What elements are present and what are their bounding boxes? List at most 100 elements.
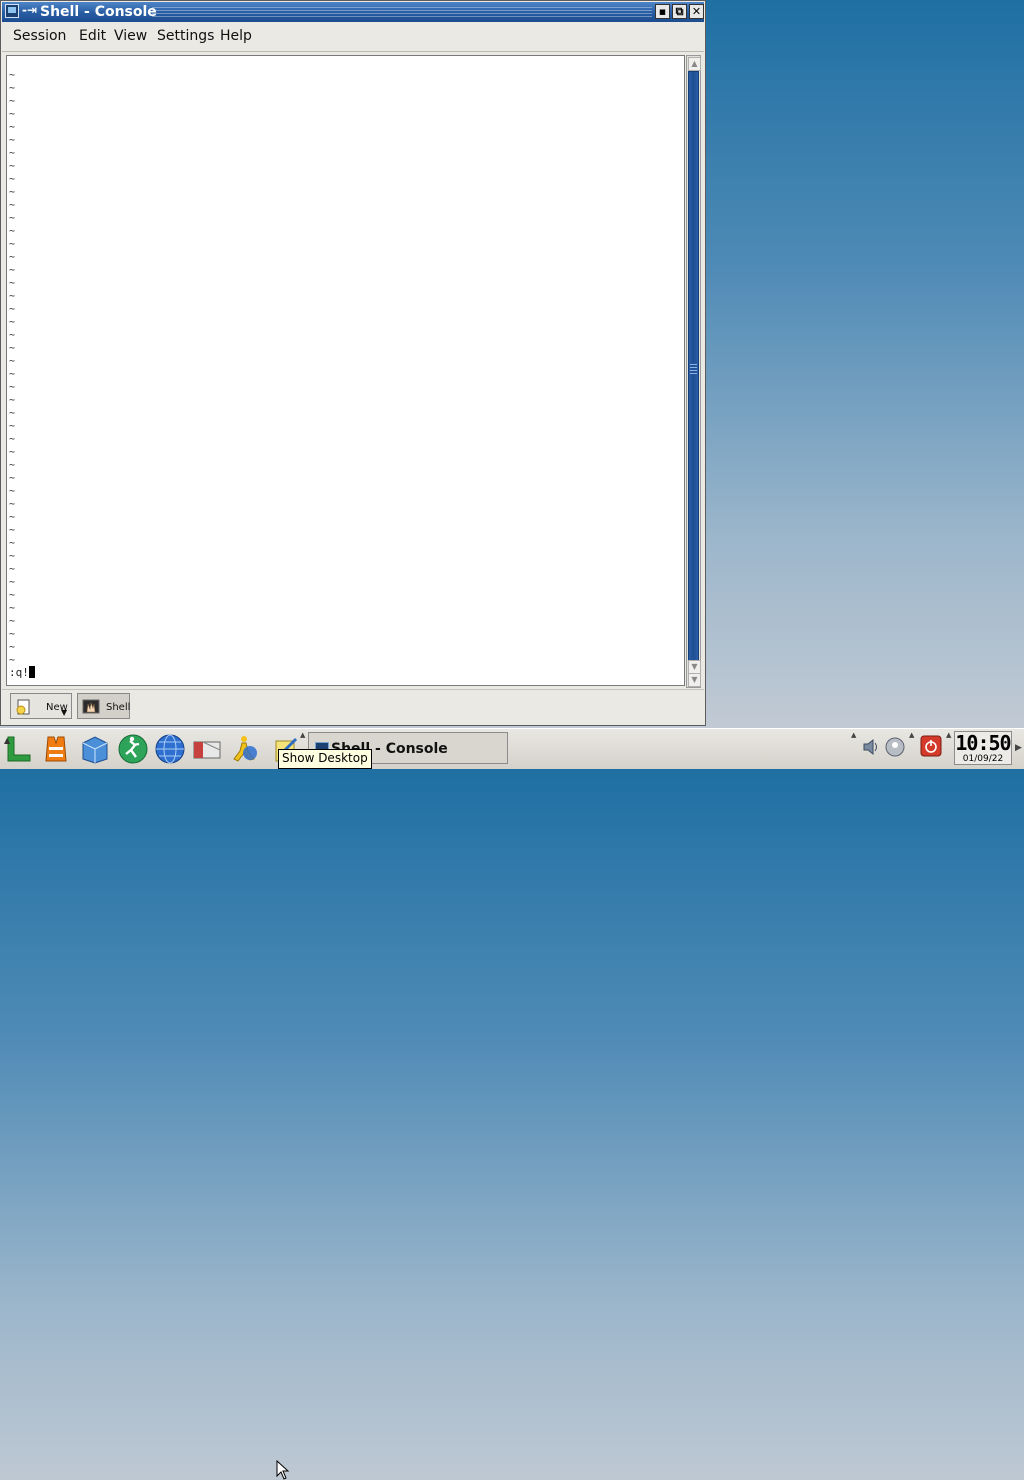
vim-tilde-line: ~ [9,317,16,328]
vim-tilde-line: ~ [9,343,16,354]
vim-tilde-line: ~ [9,642,16,653]
vim-tilde-line: ~ [9,239,16,250]
applet-arrow-icon[interactable]: ▲ [300,731,305,739]
vim-tilde-line: ~ [9,122,16,133]
power-arrow-icon[interactable]: ▲ [909,731,914,739]
vim-tilde-line: ~ [9,512,16,523]
session-tab-shell[interactable]: Shell [77,693,130,719]
clock-arrow-icon[interactable]: ▲ [946,731,951,739]
shell-tab-icon [82,699,100,714]
browser-globe-icon[interactable] [154,733,186,765]
taskbar: ▲ ▲ Shell - Console ▲ ▲ ▲ 10:50 01/09/22… [0,728,1024,1480]
vim-tilde-line: ~ [9,291,16,302]
vim-tilde-line: ~ [9,564,16,575]
new-session-icon [16,699,30,715]
scroll-grip-icon [690,364,697,376]
vim-tilde-line: ~ [9,382,16,393]
tray-arrow-icon[interactable]: ▲ [851,731,856,739]
konsole-run-icon[interactable] [117,733,149,765]
minimize-button[interactable]: ▪ [655,4,670,19]
menu-bar: Session Edit View Settings Help [2,23,704,52]
close-button[interactable]: ✕ [689,4,704,19]
session-tab-bar: New ▼ Shell [2,689,704,722]
text-cursor [28,666,35,678]
network-icon[interactable] [885,737,905,757]
vim-tilde-line: ~ [9,460,16,471]
vim-tilde-line: ~ [9,265,16,276]
vim-tilde-line: ~ [9,577,16,588]
vim-tilde-line: ~ [9,148,16,159]
mouse-pointer-icon [276,1460,290,1480]
vim-tilde-line: ~ [9,96,16,107]
power-icon[interactable] [920,735,942,757]
clock-time: 10:50 [955,731,1011,755]
vim-tilde-line: ~ [9,252,16,263]
title-bar[interactable]: -⇥ Shell - Console ▪ ⧉ ✕ [2,2,704,22]
vim-tilde-line: ~ [9,629,16,640]
vim-tilde-line: ~ [9,226,16,237]
panel-hide-arrow-icon[interactable]: ▶ [1015,743,1022,753]
vim-tilde-line: ~ [9,70,16,81]
vim-tilde-line: ~ [9,135,16,146]
vim-tilde-line: ~ [9,408,16,419]
svg-text:▲: ▲ [4,736,11,745]
konsole-window: -⇥ Shell - Console ▪ ⧉ ✕ Session Edit Vi… [0,0,706,726]
menu-edit[interactable]: Edit [79,28,106,44]
vim-tilde-line: ~ [9,525,16,536]
title-stripes [152,7,652,17]
vim-tilde-line: ~ [9,109,16,120]
kde-menu-icon[interactable]: ▲ [2,733,34,765]
vim-tilde-line: ~ [9,356,16,367]
vim-tilde-line: ~ [9,434,16,445]
menu-settings[interactable]: Settings [157,28,214,44]
lifejacket-help-icon[interactable] [40,733,72,765]
vim-tilde-line: ~ [9,421,16,432]
new-session-button[interactable]: New ▼ [10,693,72,719]
command-text: :q! [9,666,29,679]
vim-tilde-line: ~ [9,213,16,224]
vim-tilde-line: ~ [9,499,16,510]
volume-icon[interactable] [861,737,881,757]
konsole-window-icon[interactable] [5,4,19,18]
vim-tilde-line: ~ [9,447,16,458]
new-session-dropdown-icon[interactable]: ▼ [61,708,67,717]
show-desktop-tooltip: Show Desktop [278,749,372,769]
scroll-end-icon[interactable]: ▼ [688,673,701,687]
vim-tilde-line: ~ [9,187,16,198]
scroll-thumb[interactable] [688,71,699,663]
vim-tilde-line: ~ [9,473,16,484]
vim-tilde-line: ~ [9,395,16,406]
menu-session[interactable]: Session [13,28,66,44]
sticky-pin-icon[interactable]: -⇥ [22,3,37,17]
vim-tilde-line: ~ [9,200,16,211]
vim-tilde-line: ~ [9,616,16,627]
vim-tilde-line: ~ [9,655,16,666]
vim-tilde-line: ~ [9,161,16,172]
vim-tilde-line: ~ [9,603,16,614]
mail-icon[interactable] [191,733,223,765]
terminal-area[interactable]: :q! ~ ~ ~ ~ ~ ~ ~ ~ ~ ~ ~ ~ ~ ~ ~ ~ ~ ~ ~ ~ ~ ~ ~ ~ ~ ~ ~ ~ ~ ~ ~ ~ ~ ~ ~ ~… [6,55,685,686]
shell-tab-label: Shell [106,702,131,713]
vim-tilde-line: ~ [9,538,16,549]
maximize-button[interactable]: ⧉ [672,4,687,19]
clock[interactable]: 10:50 01/09/22 [954,731,1012,765]
vim-tilde-line: ~ [9,278,16,289]
vim-tilde-line: ~ [9,486,16,497]
aim-messenger-icon[interactable] [228,733,260,765]
vim-tilde-line: ~ [9,369,16,380]
command-line: :q! [9,666,35,679]
scroll-down-icon[interactable]: ▼ [688,660,701,674]
vim-tilde-line: ~ [9,174,16,185]
home-folder-icon[interactable] [79,733,111,765]
vim-tilde-line: ~ [9,83,16,94]
vim-tilde-line: ~ [9,304,16,315]
vim-tilde-line: ~ [9,551,16,562]
menu-view[interactable]: View [114,28,147,44]
vim-tilde-line: ~ [9,330,16,341]
scroll-up-icon[interactable]: ▲ [688,57,701,71]
menu-help[interactable]: Help [220,28,252,44]
clock-date: 01/09/22 [962,754,1004,764]
vim-tilde-line: ~ [9,590,16,601]
window-title: Shell - Console [40,4,157,20]
vertical-scrollbar[interactable]: ▲ ▼ ▼ [686,55,701,688]
